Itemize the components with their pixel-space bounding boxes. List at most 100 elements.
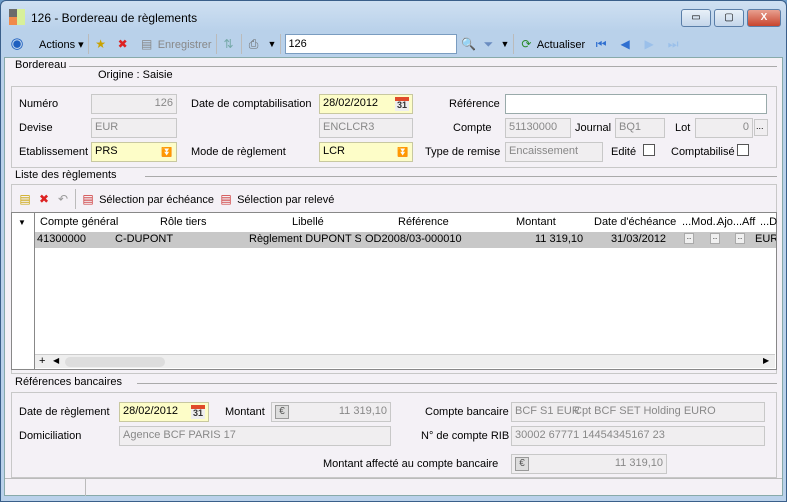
table-row[interactable]: 41300000 C-DUPONT Règlement DUPONT SA OD… [35,232,776,248]
date-reglement-label: Date de règlement [19,406,110,418]
col-dev[interactable]: ...D [760,216,777,228]
status-bar [5,478,782,496]
etab-label: Etablissement [19,146,89,158]
previous-record-icon[interactable]: ◀ [617,36,633,52]
section-liste: Liste des règlements [15,169,117,181]
lot-browse-button[interactable]: ... [754,119,768,136]
section-banque: Références bancaires [15,376,123,388]
compte-nom: Cpt BCF SET Holding EURO [574,405,716,417]
actions-label: Actions [39,38,76,51]
montant-affecte-label: Montant affecté au compte bancaire [323,458,499,470]
col-montant[interactable]: Montant [516,216,556,228]
toolbar: ◉ Actions ▾ ★ ✖ ▤ Enregistrer ⇅ ⎙▼ 🔍 ⏷▼ … [9,31,781,57]
code-field: ENCLCR3 [319,118,413,138]
euro-icon: € [515,457,529,471]
delete-icon[interactable]: ✖ [115,36,131,52]
new-line-icon[interactable]: ▤ [17,191,33,207]
compte-bancaire-field: BCF S1 EUR Cpt BCF SET Holding EURO [511,402,765,422]
first-record-icon[interactable]: ⏮ [593,36,609,52]
grid-header: ▼ Compte général Rôle tiers Libellé Réfé… [12,215,777,231]
compte-code: BCF S1 EUR [515,405,580,417]
col-aff[interactable]: Aff [742,216,755,228]
journal-label: Journal [575,122,612,134]
col-compte[interactable]: Compte général [40,216,118,228]
comptabilise-label: Comptabilisé [671,146,735,158]
col-ajo[interactable]: Ajo... [717,216,742,228]
sel-releve-button[interactable]: ▤ Sélection par relevé [218,191,334,207]
refresh-button[interactable]: ⟳ Actualiser [518,36,585,52]
form-body: Bordereau Origine : Saisie Numéro 126 Da… [4,57,783,496]
compte-bancaire-label: Compte bancaire [425,406,509,418]
col-date[interactable]: Date d'échéance [594,216,676,228]
separator [87,34,89,54]
divider [145,176,777,177]
type-remise-label: Type de remise [425,146,501,158]
print-icon[interactable]: ⎙ [246,36,262,52]
reference-field[interactable] [505,94,767,114]
montant-affecte-field: 11 319,10 [511,454,667,474]
montant-label: Montant [225,406,265,418]
window: 126 - Bordereau de règlements ▭ ▢ X ◉ Ac… [0,0,787,502]
filter-dropdown-icon[interactable]: ▼ [500,39,509,49]
scroll-left-icon[interactable]: ◀ [53,356,59,365]
refresh-label: Actualiser [536,39,586,51]
minimize-button[interactable]: ▭ [681,9,711,27]
compte-label: Compte [453,122,492,134]
journal-field: BQ1 [615,118,665,138]
cell-devise: EUR [755,233,776,245]
reglements-grid: ▼ Compte général Rôle tiers Libellé Réfé… [11,212,777,370]
aff-button[interactable]: .. [735,233,745,244]
column-menu-icon[interactable]: ▼ [18,218,26,227]
filter-icon[interactable]: ⏷ [480,36,496,52]
maximize-button[interactable]: ▢ [714,9,744,27]
document-icon: ▤ [220,192,232,206]
add-row-button[interactable]: + [39,355,45,367]
search-icon[interactable]: 🔍 [460,36,476,52]
comptabilise-checkbox[interactable] [737,144,749,156]
compte-field: 51130000 [505,118,571,138]
grid-toolbar: ▤ ✖ ↶ ▤ Sélection par échéance ▤ Sélecti… [17,189,334,209]
chevron-down-icon[interactable]: ⏬ [161,146,173,158]
sel-releve-label: Sélection par relevé [237,194,335,206]
delete-line-icon[interactable]: ✖ [36,191,52,207]
reference-label: Référence [449,98,500,110]
calendar-icon[interactable]: 31 [395,97,409,111]
col-role[interactable]: Rôle tiers [160,216,206,228]
separator [280,34,282,54]
mod-button[interactable]: .. [684,233,694,244]
actions-menu[interactable]: Actions ▾ [39,38,84,51]
col-reference[interactable]: Référence [398,216,449,228]
calendar-icon[interactable]: 31 [191,405,205,419]
undo-icon[interactable]: ↶ [55,191,71,207]
chevron-down-icon[interactable]: ⏬ [397,146,409,158]
separator [513,34,515,54]
devise-label: Devise [19,122,53,134]
edite-checkbox[interactable] [643,144,655,156]
menu-circle-icon[interactable]: ◉ [9,36,25,52]
col-mod[interactable]: ...Mod... [682,216,722,228]
new-icon[interactable]: ★ [93,36,109,52]
domiciliation-label: Domiciliation [19,430,82,442]
search-input[interactable] [285,34,458,54]
edite-label: Edité [611,146,637,158]
sel-echeance-label: Sélection par échéance [99,194,215,206]
scroll-right-icon[interactable]: ▶ [763,356,769,365]
divider [69,66,777,67]
scrollbar-thumb[interactable] [65,357,165,367]
sync-icon[interactable]: ⇅ [221,36,237,52]
ajo-button[interactable]: .. [710,233,720,244]
save-button[interactable]: ▤ Enregistrer [139,36,212,52]
next-record-icon[interactable]: ▶ [641,36,657,52]
save-label: Enregistrer [157,39,212,51]
cell-reference: OD2008/03-000010 [365,233,462,245]
close-button[interactable]: X [747,9,781,27]
col-libelle[interactable]: Libellé [292,216,324,228]
window-title: 126 - Bordereau de règlements [31,11,198,25]
sel-echeance-button[interactable]: ▤ Sélection par échéance [80,191,214,207]
print-dropdown-icon[interactable]: ▼ [268,39,277,49]
rib-label: N° de compte RIB [421,430,510,442]
last-record-icon[interactable]: ⏭ [665,36,681,52]
horizontal-scrollbar[interactable]: + ◀ ▶ [35,354,775,368]
lot-label: Lot [675,122,691,134]
numero-label: Numéro [19,98,59,110]
